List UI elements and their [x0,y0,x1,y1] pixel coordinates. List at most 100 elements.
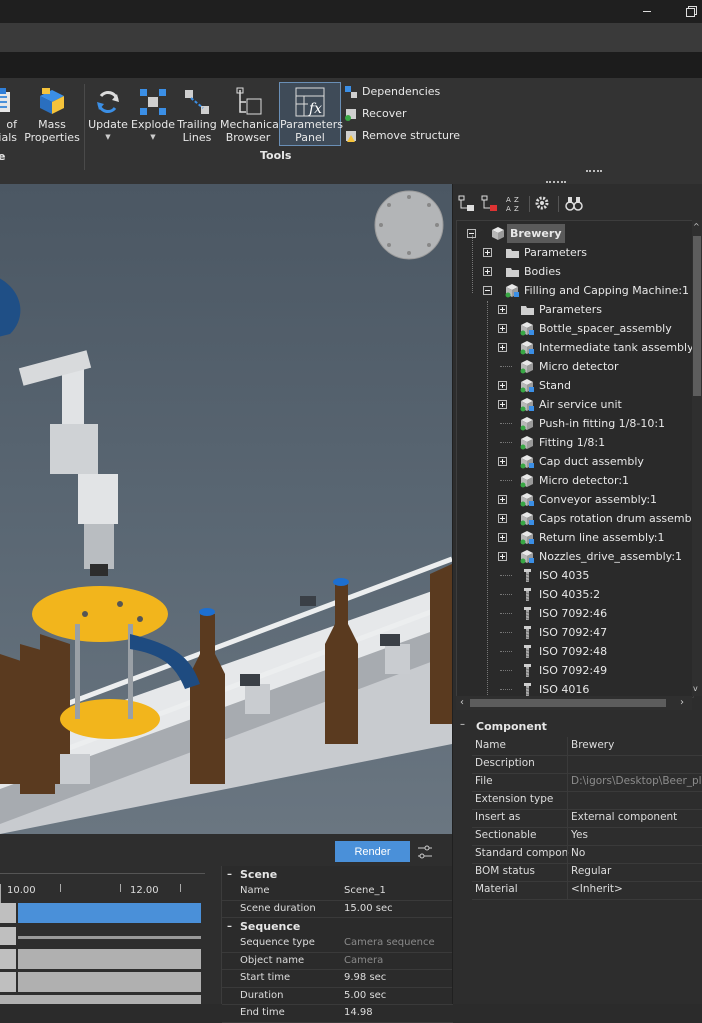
component-prop-row[interactable]: Sectionable Yes [472,827,702,846]
component-prop-row[interactable]: Material <Inherit> [472,881,702,900]
explode-dropdown-icon[interactable]: ▼ [131,131,175,144]
tree-node-label: Conveyor assembly:1 [539,493,658,506]
component-prop-row[interactable]: Extension type [472,791,702,810]
prop-value[interactable]: 5.00 sec [340,988,453,1005]
3d-viewport[interactable] [0,184,452,834]
tree-branch-line [500,366,512,367]
tree-node-label: Micro detector [539,360,619,373]
expand-icon[interactable] [498,495,507,504]
update-button[interactable]: Update ▼ [88,86,128,144]
component-header-label: Component [476,720,547,733]
tree-node-label: ISO 7092:48 [539,645,608,658]
scroll-up-icon[interactable]: ^ [693,222,700,231]
expand-icon[interactable] [498,552,507,561]
scroll-left-icon[interactable]: ‹ [460,697,464,708]
tree-hscroll-thumb[interactable] [470,699,666,707]
asm-icon [520,492,535,507]
tree-node-label: Bodies [524,265,561,278]
timeline-selected-sequence[interactable] [18,903,201,923]
timeline-track-bar[interactable] [18,972,201,992]
tree-scroll-thumb[interactable] [693,236,701,396]
scroll-right-icon[interactable]: › [680,697,684,708]
component-tree[interactable]: Brewery Parameters Bodies Filling and Cappi… [456,220,694,698]
timeline-track-bar[interactable] [0,903,16,923]
tree-node-label: Fitting 1/8:1 [539,436,606,449]
timeline-track-bar[interactable] [0,995,201,1004]
settings-sliders-icon[interactable] [416,843,434,861]
sort-az-icon[interactable]: AZAZ [504,194,522,213]
expand-icon[interactable] [498,381,507,390]
expand-icon[interactable] [498,343,507,352]
end-time-row[interactable]: End time 14.98 [222,1005,453,1023]
browser-toolbar: AZAZ [452,190,702,218]
component-prop-row[interactable]: File D:\igors\Desktop\Beer_pla [472,773,702,792]
scroll-down-icon[interactable]: v [693,684,698,693]
restore-icon[interactable] [684,4,698,18]
expand-icon[interactable] [498,305,507,314]
sequence-header[interactable]: Sequence [222,918,453,935]
scene-header[interactable]: Scene [222,866,453,883]
timeline-track-bar[interactable] [18,949,201,969]
expand-icon[interactable] [498,400,507,409]
explode-button[interactable]: Explode ▼ [131,86,175,144]
minimize-icon[interactable] [640,4,654,18]
prop-value[interactable]: 15.00 sec [340,901,453,918]
update-dropdown-icon[interactable]: ▼ [88,131,128,144]
prop-value[interactable]: <Inherit> [571,883,702,895]
prop-value[interactable]: External component [571,811,702,823]
dependencies-button[interactable]: Dependencies [344,82,440,102]
mechanical-browser-button[interactable]: Mechanical Browser [220,86,282,144]
binoculars-icon[interactable] [565,194,583,212]
prop-value[interactable]: Brewery [571,739,702,751]
gear-icon[interactable] [534,194,552,212]
component-prop-row[interactable]: BOM status Regular [472,863,702,882]
scene-name-row[interactable]: Name Scene_1 [222,883,453,901]
recover-button[interactable]: Recover [344,104,407,124]
prop-value[interactable]: No [571,847,702,859]
timeline-track-bar[interactable] [0,949,16,969]
duration-row[interactable]: Duration 5.00 sec [222,988,453,1005]
asm-icon [505,283,520,298]
expand-icon[interactable] [498,324,507,333]
prop-value[interactable]: D:\igors\Desktop\Beer_pla [571,775,702,787]
expand-icon[interactable] [498,514,507,523]
trailing-lines-button[interactable]: Trailing Lines [176,86,218,144]
scene-duration-row[interactable]: Scene duration 15.00 sec [222,901,453,918]
tree-node-label: Intermediate tank assembly [539,341,694,354]
prop-value[interactable]: 9.98 sec [340,970,453,987]
folder-icon [520,302,535,317]
parameters-panel-button[interactable]: fx Parameters Panel [279,82,343,146]
timeline-track-bar[interactable] [0,972,16,992]
svg-text:A: A [506,205,511,212]
tree-node-label: Push-in fitting 1/8-10:1 [539,417,666,430]
tree-filter-icon[interactable] [481,194,499,212]
mass-properties-button[interactable]: Mass Properties [24,86,80,144]
timeline-ruler[interactable]: 10.00 12.00 [0,873,205,903]
component-prop-row[interactable]: Standard compone No [472,845,702,864]
component-prop-row[interactable]: Description [472,755,702,774]
remove-structure-button[interactable]: Remove structure [344,126,460,146]
tree-branch-line [500,442,512,443]
collapse-icon[interactable] [483,286,492,295]
expand-icon[interactable] [483,267,492,276]
tree-structure-icon[interactable] [458,194,476,212]
expand-icon[interactable] [483,248,492,257]
expand-icon[interactable] [498,533,507,542]
bill-of-materials-button[interactable]: of rials [0,86,18,144]
expand-icon[interactable] [498,457,507,466]
component-prop-row[interactable]: Name Brewery [472,737,702,756]
prop-value[interactable]: Yes [571,829,702,841]
timeline-track-bar[interactable] [0,927,16,945]
panel-grip-icon[interactable] [546,181,566,186]
collapse-icon[interactable]: – [460,719,465,730]
render-video-button[interactable]: Render video [335,841,410,879]
tree-branch-line [500,594,512,595]
component-section-header[interactable]: – Component [456,718,702,736]
component-prop-row[interactable]: Insert as External component [472,809,702,828]
ribbon-group-label-left: e [0,150,6,163]
prop-value[interactable]: Regular [571,865,702,877]
prop-value[interactable]: 14.98 [340,1005,453,1022]
panel-grip-icon[interactable] [586,170,602,175]
prop-value[interactable]: Scene_1 [340,883,453,900]
start-time-row[interactable]: Start time 9.98 sec [222,970,453,988]
